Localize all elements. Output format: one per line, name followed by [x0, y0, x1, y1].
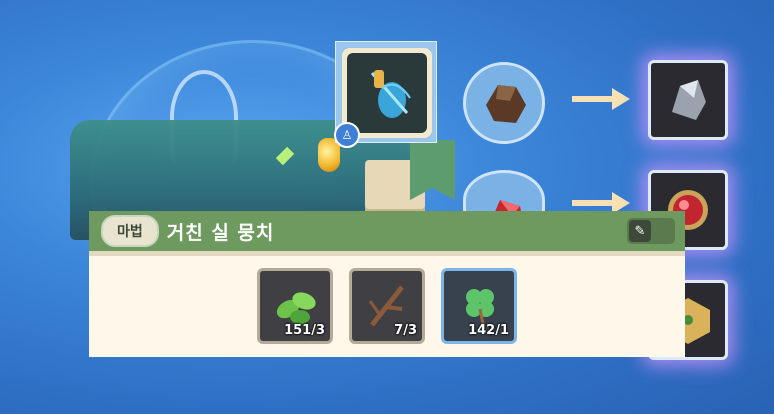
materials-area: 151/3 7/3 142/1 — [89, 256, 685, 357]
selected-recipe-slot[interactable]: ♙ — [334, 41, 437, 148]
pin-toggle[interactable]: ✎ — [627, 218, 675, 244]
material-count: 7/3 — [394, 323, 417, 338]
equip-badge-icon: ♙ — [334, 122, 360, 148]
material-count: 142/1 — [468, 323, 509, 338]
pin-icon: ✎ — [629, 220, 651, 242]
item-info-panel: 마법 거친 실 뭉치 ✎ 151/3 7/3 142/1 — [89, 211, 685, 357]
result-slot-silver-ore[interactable] — [648, 60, 728, 140]
material-slot-clover[interactable]: 142/1 — [441, 268, 517, 344]
input-slot-ore[interactable] — [463, 62, 545, 144]
item-name: 거친 실 뭉치 — [166, 221, 275, 244]
item-info-header: 마법 거친 실 뭉치 ✎ — [89, 211, 685, 251]
material-count: 151/3 — [284, 323, 325, 338]
category-chip: 마법 — [101, 215, 159, 247]
material-slot-leaves[interactable]: 151/3 — [257, 268, 333, 344]
material-slot-twig[interactable]: 7/3 — [349, 268, 425, 344]
silver-ore-icon — [672, 80, 706, 120]
rough-ore-icon — [486, 85, 526, 123]
thread-spool-icon — [347, 53, 427, 133]
arrow-right-icon — [572, 88, 630, 110]
